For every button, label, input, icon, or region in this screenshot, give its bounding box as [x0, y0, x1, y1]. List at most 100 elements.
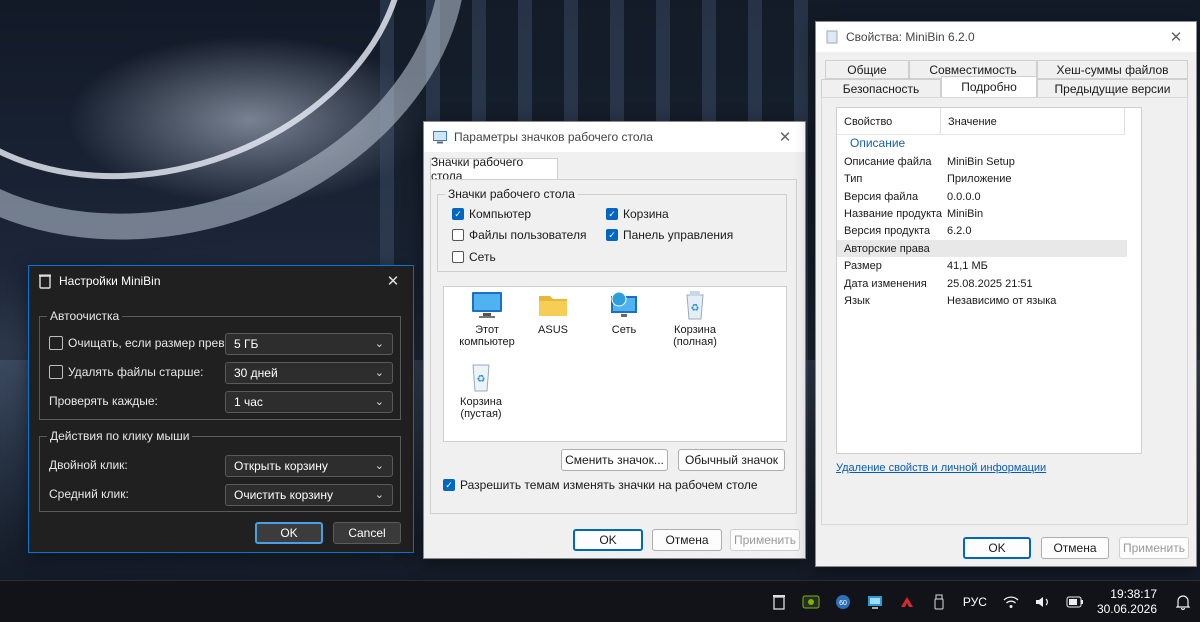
nvidia-icon[interactable] [798, 589, 824, 615]
double-click-select[interactable]: Открыть корзину ⌄ [225, 455, 393, 477]
checkbox-box[interactable]: ✓ [443, 479, 455, 491]
close-icon[interactable]: ✕ [1156, 28, 1196, 46]
wifi-icon[interactable] [998, 589, 1024, 615]
tab-label: Предыдущие версии [1054, 81, 1171, 96]
battery-icon[interactable] [1062, 589, 1088, 615]
middle-click-select[interactable]: Очистить корзину ⌄ [225, 484, 393, 506]
detail-key: Описание файла [844, 155, 932, 168]
desktop-icons-titlebar[interactable]: Параметры значков рабочего стола ✕ [424, 122, 805, 152]
tab-desktop-icons[interactable]: Значки рабочего стола [430, 155, 558, 183]
checkbox-box[interactable] [49, 365, 63, 379]
detail-row[interactable]: Тип Приложение [837, 170, 1127, 187]
checkbox-computer[interactable]: ✓ Компьютер [452, 207, 531, 221]
taskbar: 60 РУС 19:38:17 30.06.2026 [0, 580, 1200, 622]
checkbox-label: Панель управления [623, 228, 734, 242]
monitor-tray-icon[interactable] [862, 589, 888, 615]
properties-titlebar[interactable]: Свойства: MiniBin 6.2.0 ✕ [816, 22, 1196, 52]
cancel-button[interactable]: Отмена [652, 529, 722, 551]
asus-tray-icon[interactable] [894, 589, 920, 615]
cancel-button[interactable]: Отмена [1041, 537, 1109, 559]
checkbox-box[interactable] [452, 229, 464, 241]
check-every-select[interactable]: 1 час ⌄ [225, 391, 393, 413]
close-icon[interactable]: ✕ [373, 272, 413, 290]
double-click-label: Двойной клик: [49, 458, 128, 472]
checkbox-box[interactable] [452, 251, 464, 263]
detail-row[interactable]: Описание файла MiniBin Setup [837, 153, 1127, 170]
apply-button[interactable]: Применить [730, 529, 800, 551]
checkbox-box[interactable]: ✓ [606, 208, 618, 220]
delete-older-select[interactable]: 30 дней ⌄ [225, 362, 393, 384]
window-title: Свойства: MiniBin 6.2.0 [846, 30, 975, 44]
tab-details[interactable]: Подробно [941, 76, 1037, 98]
detail-value: 41,1 МБ [947, 259, 988, 272]
delete-older-checkbox[interactable]: Удалять файлы старше: [49, 365, 204, 379]
detail-value: 25.08.2025 21:51 [947, 277, 1033, 290]
tab-security[interactable]: Безопасность [821, 79, 941, 98]
checkbox-user-files[interactable]: Файлы пользователя [452, 228, 586, 242]
icon-asus-folder[interactable]: ASUS [518, 290, 588, 336]
detail-row[interactable]: Версия продукта 6.2.0 [837, 222, 1127, 239]
clock[interactable]: 19:38:17 30.06.2026 [1097, 587, 1157, 617]
clear-size-value: 5 ГБ [234, 337, 259, 351]
checkbox-box[interactable]: ✓ [606, 229, 618, 241]
notification-bell-icon[interactable] [1170, 589, 1196, 615]
icon-label: ASUS [538, 324, 568, 336]
apply-button[interactable]: Применить [1119, 537, 1189, 559]
app-badge-icon[interactable]: 60 [830, 589, 856, 615]
change-icon-button[interactable]: Сменить значок... [561, 449, 668, 471]
detail-key: Версия файла [844, 190, 919, 203]
chevron-down-icon: ⌄ [374, 367, 384, 379]
tab-general[interactable]: Общие [825, 60, 909, 79]
icon-recycle-bin-empty[interactable]: ♻ Корзина (пустая) [446, 362, 516, 420]
tab-hashes[interactable]: Хеш-суммы файлов [1037, 60, 1188, 79]
icon-recycle-bin-full[interactable]: ♻ Корзина (полная) [660, 290, 730, 348]
tab-label: Подробно [961, 80, 1017, 94]
clock-date: 30.06.2026 [1096, 601, 1157, 616]
minibin-settings-dialog: Настройки MiniBin ✕ Автоочистка Очищать,… [28, 265, 414, 553]
checkbox-box[interactable]: ✓ [452, 208, 464, 220]
detail-row-selected[interactable]: Авторские права [837, 240, 1127, 257]
default-icon-button[interactable]: Обычный значок [678, 449, 785, 471]
click-actions-group-label: Действия по клику мыши [47, 429, 193, 443]
detail-row[interactable]: Размер 41,1 МБ [837, 257, 1127, 274]
cancel-button[interactable]: Cancel [333, 522, 401, 544]
recycle-bin-full-icon: ♻ [678, 290, 712, 320]
autoclean-group-label: Автоочистка [47, 309, 123, 323]
allow-themes-checkbox[interactable]: ✓ Разрешить темам изменять значки на раб… [443, 478, 758, 492]
chevron-down-icon: ⌄ [374, 489, 384, 501]
checkbox-network[interactable]: Сеть [452, 250, 496, 264]
detail-row[interactable]: Язык Независимо от языка [837, 292, 1127, 309]
checkbox-control-panel[interactable]: ✓ Панель управления [606, 228, 733, 242]
icon-label: Этот компьютер [459, 324, 515, 348]
detail-value: MiniBin [947, 207, 984, 220]
icon-network[interactable]: Сеть [589, 290, 659, 336]
close-icon[interactable]: ✕ [765, 128, 805, 146]
usb-device-icon[interactable] [926, 589, 952, 615]
column-property[interactable]: Свойство [837, 108, 941, 134]
icon-label: Корзина (пустая) [460, 396, 502, 420]
detail-row[interactable]: Название продукта MiniBin [837, 205, 1127, 222]
checkbox-recycle-bin[interactable]: ✓ Корзина [606, 207, 669, 221]
ok-button[interactable]: OK [963, 537, 1031, 559]
minibin-settings-titlebar[interactable]: Настройки MiniBin ✕ [29, 266, 413, 296]
checkbox-box[interactable] [49, 336, 63, 350]
window-title: Настройки MiniBin [59, 274, 161, 288]
ok-button[interactable]: OK [573, 529, 643, 551]
details-list[interactable]: Свойство Значение Описание Описание файл… [836, 107, 1142, 454]
remove-properties-link[interactable]: Удаление свойств и личной информации [836, 462, 1046, 474]
detail-value: Приложение [947, 172, 1012, 185]
volume-icon[interactable] [1030, 589, 1056, 615]
ok-button[interactable]: OK [255, 522, 323, 544]
clear-size-select[interactable]: 5 ГБ ⌄ [225, 333, 393, 355]
icon-this-pc[interactable]: Этот компьютер [452, 290, 522, 348]
column-value[interactable]: Значение [941, 108, 1125, 134]
middle-click-value: Очистить корзину [234, 488, 333, 502]
checkbox-label: Файлы пользователя [469, 228, 587, 242]
tab-previous-versions[interactable]: Предыдущие версии [1037, 79, 1188, 98]
detail-row[interactable]: Версия файла 0.0.0.0 [837, 188, 1127, 205]
minibin-tray-icon[interactable] [766, 589, 792, 615]
language-indicator[interactable]: РУС [963, 595, 987, 609]
svg-text:♻: ♻ [477, 374, 486, 385]
detail-row[interactable]: Дата изменения 25.08.2025 21:51 [837, 275, 1127, 292]
detail-value: MiniBin Setup [947, 155, 1015, 168]
